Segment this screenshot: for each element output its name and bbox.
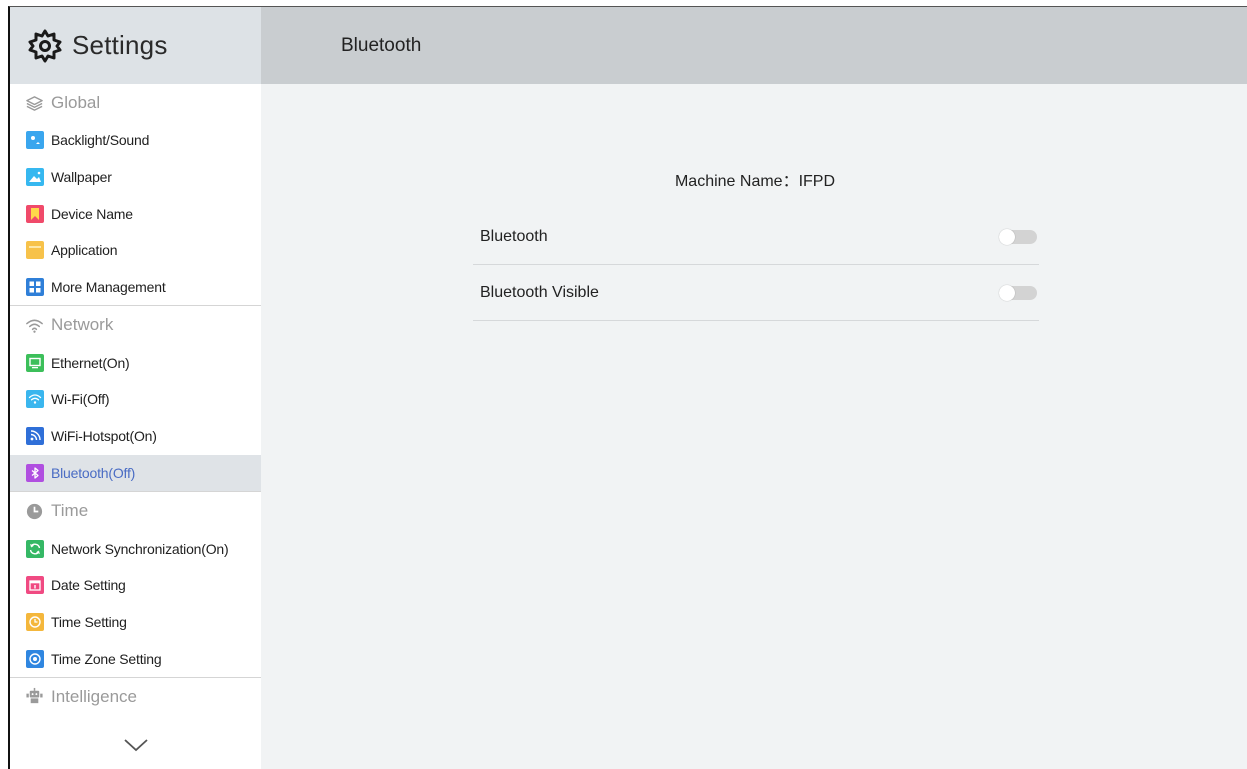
clock-icon — [26, 503, 43, 519]
scroll-more-button[interactable] — [10, 737, 261, 753]
sidebar-item-label: More Management — [51, 279, 166, 296]
gear-icon — [28, 29, 62, 62]
machine-name-value: IFPD — [798, 173, 836, 190]
sidebar-item-label: Wallpaper — [51, 169, 112, 186]
page-title: Bluetooth — [341, 34, 422, 56]
grid-icon — [26, 278, 44, 297]
setting-label: Bluetooth — [480, 227, 548, 245]
sidebar-item-label: Time Setting — [51, 613, 127, 630]
sync-icon — [26, 539, 44, 558]
sidebar-header: Settings — [10, 7, 261, 84]
robot-icon — [26, 688, 43, 704]
wifi-icon — [26, 390, 44, 409]
layers-icon — [26, 95, 43, 111]
machine-name: Machine Name：IFPD — [261, 167, 1247, 191]
group-label: Network — [51, 315, 114, 335]
sidebar: Settings Global Backlight/Sound Wallpape… — [10, 7, 261, 769]
toggle-knob — [999, 228, 1015, 245]
bookmark-icon — [26, 204, 44, 223]
sidebar-item-wifi[interactable]: Wi-Fi(Off) — [10, 381, 261, 418]
sidebar-item-label: Time Zone Setting — [51, 650, 162, 667]
sidebar-item-label: Backlight/Sound — [51, 132, 150, 149]
setting-row-bluetooth: Bluetooth — [473, 209, 1039, 265]
sidebar-item-device-name[interactable]: Device Name — [10, 195, 261, 232]
sidebar-item-label: Application — [51, 242, 118, 259]
sidebar-item-time-setting[interactable]: Time Setting — [10, 604, 261, 641]
monitor-icon — [26, 353, 44, 372]
sidebar-item-bluetooth[interactable]: Bluetooth(Off) — [10, 454, 261, 492]
group-label: Global — [51, 93, 101, 112]
clock-icon — [26, 612, 44, 631]
timezone-icon — [26, 649, 44, 668]
sidebar-item-label: Network Synchronization(On) — [51, 540, 229, 557]
group-label: Time — [51, 501, 89, 521]
sidebar-item-wifi-hotspot[interactable]: WiFi-Hotspot(On) — [10, 418, 261, 455]
sidebar-item-time-zone-setting[interactable]: Time Zone Setting — [10, 640, 261, 677]
main-panel: Bluetooth Machine Name：IFPD Bluetooth Bl… — [261, 7, 1247, 769]
group-header-network: Network — [10, 306, 261, 344]
toggle-knob — [999, 284, 1015, 301]
sidebar-item-application[interactable]: Application — [10, 232, 261, 269]
group-header-global: Global — [10, 84, 261, 122]
sidebar-item-label: Bluetooth(Off) — [51, 464, 136, 481]
wifi-icon — [26, 319, 43, 333]
main-header: Bluetooth — [261, 7, 1247, 84]
wallpaper-icon — [26, 168, 44, 187]
bluetooth-icon — [26, 463, 44, 482]
sidebar-item-label: Date Setting — [51, 577, 126, 594]
group-header-intelligence: Intelligence — [10, 678, 261, 716]
sidebar-item-label: Wi-Fi(Off) — [51, 391, 110, 408]
machine-name-label: Machine Name： — [674, 173, 799, 190]
sidebar-item-label: Ethernet(On) — [51, 354, 130, 371]
bluetooth-toggle[interactable] — [999, 228, 1037, 245]
app-title: Settings — [72, 30, 168, 60]
folder-icon — [26, 241, 44, 260]
group-header-time: Time — [10, 492, 261, 530]
sidebar-item-date-setting[interactable]: Date Setting — [10, 567, 261, 604]
hotspot-icon — [26, 427, 44, 446]
sidebar-item-backlight-sound[interactable]: Backlight/Sound — [10, 122, 261, 159]
backlight-icon — [26, 131, 44, 150]
group-label: Intelligence — [51, 686, 138, 706]
bluetooth-visible-toggle[interactable] — [999, 284, 1037, 301]
sidebar-item-label: WiFi-Hotspot(On) — [51, 428, 157, 445]
sidebar-item-network-synchronization[interactable]: Network Synchronization(On) — [10, 530, 261, 567]
sidebar-item-ethernet[interactable]: Ethernet(On) — [10, 344, 261, 381]
setting-label: Bluetooth Visible — [480, 283, 599, 301]
chevron-down-icon — [123, 739, 148, 752]
settings-window: Settings Global Backlight/Sound Wallpape… — [8, 6, 1247, 769]
sidebar-item-more-management[interactable]: More Management — [10, 269, 261, 306]
setting-row-bluetooth-visible: Bluetooth Visible — [473, 265, 1039, 321]
sidebar-item-wallpaper[interactable]: Wallpaper — [10, 159, 261, 196]
sidebar-item-label: Device Name — [51, 205, 133, 222]
calendar-icon — [26, 576, 44, 595]
